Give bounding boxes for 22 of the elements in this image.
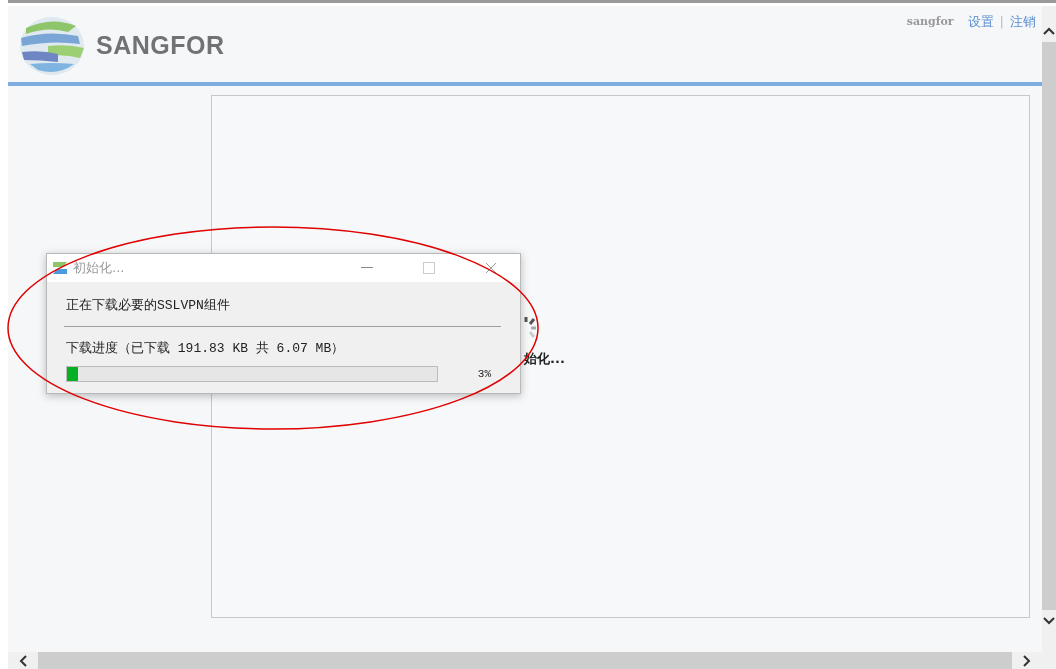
status-message: 正在下载必要的SSLVPN组件 xyxy=(66,297,231,315)
app-icon xyxy=(51,260,69,276)
scroll-right-icon[interactable] xyxy=(1022,654,1032,667)
dialog-title: 初始化... xyxy=(73,259,126,278)
maximize-icon xyxy=(423,262,435,274)
minimize-icon xyxy=(361,267,373,269)
progress-label: 下载进度（已下载 191.83 KB 共 6.07 MB） xyxy=(66,339,346,358)
logo-text: SANGFOR xyxy=(96,30,225,62)
close-icon xyxy=(485,262,497,274)
link-separator: | xyxy=(999,13,1004,31)
globe-logo-icon xyxy=(18,16,86,76)
header-link[interactable]: 设置 xyxy=(967,12,994,32)
spinner-icon xyxy=(524,316,536,338)
loading-text: 始化... xyxy=(524,350,565,368)
header-link[interactable]: 注销 xyxy=(1010,12,1036,32)
progress-percent: 3% xyxy=(476,367,492,382)
scroll-up-icon[interactable] xyxy=(1043,26,1055,36)
username: sangfor xyxy=(906,13,954,30)
scroll-left-icon[interactable] xyxy=(18,654,28,667)
vertical-scrollbar[interactable] xyxy=(1042,6,1056,652)
horizontal-scrollbar[interactable] xyxy=(8,652,1056,669)
scroll-down-icon[interactable] xyxy=(1043,616,1055,626)
